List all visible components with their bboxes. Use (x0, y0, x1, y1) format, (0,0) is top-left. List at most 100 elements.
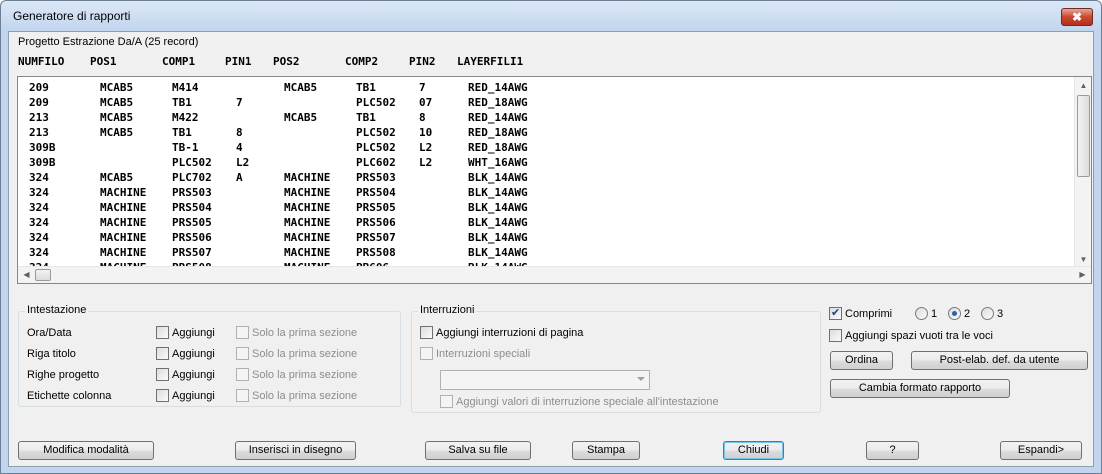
compress-level-1-radio[interactable] (915, 307, 928, 320)
title-bar: Generatore di rapporti ✖ (1, 1, 1101, 31)
table-row[interactable]: 324 MACHINE PRS507 MACHINE PRS508 BLK_14AWG (18, 246, 1076, 261)
table-cell: MCAB5 (284, 111, 318, 124)
table-cell: PLC502 (356, 141, 396, 154)
scroll-right-icon[interactable]: ▶ (1074, 267, 1091, 283)
header-row-label: Etichette colonna (27, 390, 112, 402)
compress-checkbox[interactable] (829, 306, 842, 320)
table-cell: L2 (419, 156, 433, 169)
scroll-up-icon[interactable]: ▲ (1075, 77, 1091, 94)
add-datetime-checkbox[interactable] (156, 326, 169, 339)
add-project-lines-checkbox[interactable] (156, 368, 169, 381)
table-cell: PRS504 (356, 186, 396, 199)
table-cell: PRS506 (172, 231, 212, 244)
add-label: Aggiungi (172, 327, 215, 339)
table-cell: TB1 (356, 81, 376, 94)
change-format-button[interactable]: Cambia formato rapporto (830, 379, 1010, 398)
edit-mode-button[interactable]: Modifica modalità (18, 441, 154, 460)
blank-spaces-label: Aggiungi spazi vuoti tra le voci (845, 330, 993, 342)
table-row[interactable]: 324 MACHINE PRS503 MACHINE PRS504 BLK_14AWG (18, 186, 1076, 201)
table-cell: WHT_16AWG (468, 156, 528, 169)
compress-label: Comprimi (845, 308, 893, 320)
first-only-label: Solo la prima sezione (252, 390, 358, 402)
column-header: NUMFILO (18, 55, 65, 68)
table-cell: TB1 (172, 96, 192, 109)
table-row[interactable]: 209 MCAB5 TB1 7 PLC502 07 RED_18AWG (18, 96, 1076, 111)
page-breaks-checkbox[interactable] (420, 326, 433, 339)
table-cell: 324 (29, 171, 49, 184)
special-breaks-combo (440, 370, 650, 390)
table-cell: MACHINE (284, 231, 331, 244)
vertical-scroll-thumb[interactable] (1077, 95, 1090, 177)
scroll-left-icon[interactable]: ◀ (18, 267, 35, 283)
horizontal-scroll-thumb[interactable] (35, 269, 51, 281)
table-cell: PRS505 (356, 201, 396, 214)
table-row[interactable]: 324 MACHINE PRS506 MACHINE PRS507 BLK_14AWG (18, 231, 1076, 246)
compress-level-3-radio[interactable] (981, 307, 994, 320)
table-cell: 10 (419, 126, 433, 139)
save-to-file-button[interactable]: Salva su file (425, 441, 531, 460)
table-cell: PRS506 (356, 216, 396, 229)
horizontal-scrollbar[interactable]: ◀ ▶ (18, 266, 1091, 283)
table-row[interactable]: 324 MACHINE PRS504 MACHINE PRS505 BLK_14AWG (18, 201, 1076, 216)
compress-level-label: 2 (964, 308, 971, 320)
table-row[interactable]: 324 MCAB5 PLC702 A MACHINE PRS503 BLK_14AWG (18, 171, 1076, 186)
column-header: PIN2 (409, 55, 436, 68)
table-cell: 8 (236, 126, 243, 139)
table-cell: 324 (29, 186, 49, 199)
breaks-groupbox: Interruzioni Aggiungi interruzioni di pa… (411, 304, 821, 413)
table-row[interactable]: 213 MCAB5 TB1 8 PLC502 10 RED_18AWG (18, 126, 1076, 141)
table-row[interactable]: 209 MCAB5 M414 MCAB5 TB1 7 RED_14AWG (18, 81, 1076, 96)
table-cell: RED_14AWG (468, 81, 528, 94)
close-button[interactable]: Chiudi (723, 441, 784, 460)
column-header: COMP1 (162, 55, 196, 68)
column-header: COMP2 (345, 55, 379, 68)
close-window-button[interactable]: ✖ (1061, 8, 1093, 26)
table-cell: PRS503 (172, 186, 212, 199)
table-row[interactable]: 213 MCAB5 M422 MCAB5 TB1 8 RED_14AWG (18, 111, 1076, 126)
column-header: PIN1 (225, 55, 252, 68)
table-row[interactable]: 324 MACHINE PRS505 MACHINE PRS506 BLK_14AWG (18, 216, 1076, 231)
sort-button[interactable]: Ordina (830, 351, 893, 370)
report-listbox[interactable]: 209 MCAB5 M414 MCAB5 TB1 7 RED_14AWG 209 MCAB5 TB… (17, 76, 1092, 284)
insert-in-drawing-button[interactable]: Inserisci in disegno (235, 441, 356, 460)
table-cell: BLK_14AWG (468, 201, 528, 214)
help-button[interactable]: ? (866, 441, 919, 460)
add-title-checkbox[interactable] (156, 347, 169, 360)
add-column-labels-checkbox[interactable] (156, 389, 169, 402)
table-row[interactable]: 309B TB-1 4 PLC502 L2 RED_18AWG (18, 141, 1076, 156)
table-cell: MACHINE (284, 171, 331, 184)
header-row-label: Riga titolo (27, 348, 76, 360)
table-cell: PRS508 (356, 246, 396, 259)
table-cell: BLK_14AWG (468, 231, 528, 244)
table-cell: MACHINE (284, 246, 331, 259)
datetime-first-only-checkbox (236, 326, 249, 339)
project-first-only-checkbox (236, 368, 249, 381)
print-button[interactable]: Stampa (572, 441, 640, 460)
compress-level-2-radio[interactable] (948, 307, 961, 320)
header-groupbox: Intestazione Ora/Data Aggiungi Solo la p… (18, 304, 401, 407)
blank-spaces-checkbox[interactable] (829, 329, 842, 342)
table-cell: BLK_14AWG (468, 171, 528, 184)
table-cell: L2 (419, 141, 433, 154)
table-cell: PRS507 (356, 231, 396, 244)
table-cell: PRS505 (172, 216, 212, 229)
table-cell: BLK_14AWG (468, 246, 528, 259)
table-cell: M422 (172, 111, 199, 124)
header-group-legend: Intestazione (25, 304, 89, 316)
compress-level-label: 1 (931, 308, 938, 320)
vertical-scrollbar[interactable]: ▲ ▼ (1074, 77, 1091, 268)
table-cell: PLC502 (356, 96, 396, 109)
table-cell: 4 (236, 141, 243, 154)
postprocess-button[interactable]: Post-elab. def. da utente (911, 351, 1088, 370)
add-label: Aggiungi (172, 369, 215, 381)
project-line: Progetto Estrazione Da/A (25 record) (18, 36, 199, 48)
table-cell: MACHINE (284, 186, 331, 199)
table-cell: M414 (172, 81, 199, 94)
table-cell: MACHINE (100, 231, 147, 244)
table-row[interactable]: 309B PLC502 L2 PLC602 L2 WHT_16AWG (18, 156, 1076, 171)
table-cell: 07 (419, 96, 433, 109)
add-label: Aggiungi (172, 390, 215, 402)
table-cell: 324 (29, 216, 49, 229)
expand-button[interactable]: Espandi> (1000, 441, 1082, 460)
table-cell: 324 (29, 231, 49, 244)
